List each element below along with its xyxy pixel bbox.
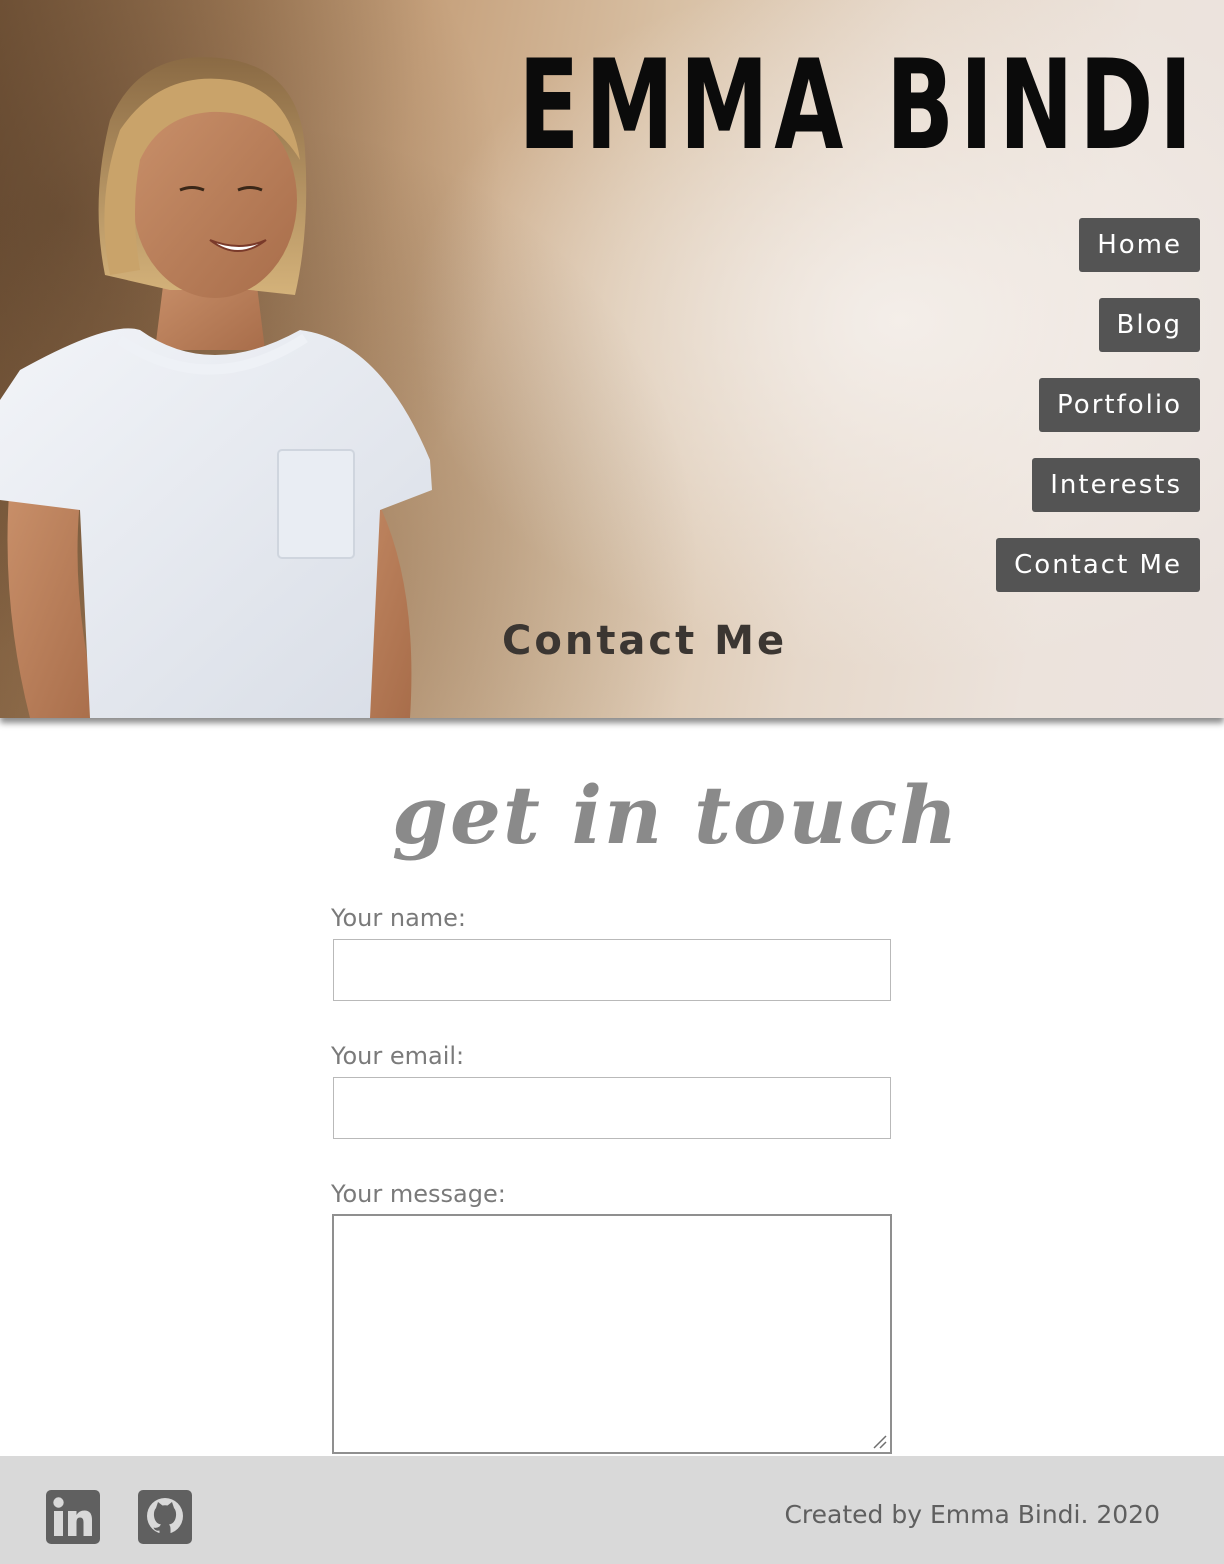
nav-blog-button[interactable]: Blog: [1098, 298, 1200, 352]
email-label: Your email:: [331, 1042, 465, 1070]
name-field[interactable]: [333, 939, 891, 1001]
page-title: Contact Me: [502, 618, 788, 664]
resize-handle-icon[interactable]: [870, 1432, 888, 1450]
footer: Created by Emma Bindi. 2020: [0, 1456, 1224, 1564]
nav-interests-button[interactable]: Interests: [1032, 458, 1200, 512]
profile-photo: [0, 57, 432, 718]
nav-home-button[interactable]: Home: [1079, 218, 1200, 272]
linkedin-link[interactable]: [46, 1490, 100, 1544]
nav-contact-button[interactable]: Contact Me: [996, 538, 1200, 592]
github-icon: [138, 1490, 192, 1544]
footer-credit: Created by Emma Bindi. 2020: [784, 1500, 1160, 1529]
message-field[interactable]: [332, 1214, 892, 1454]
name-label: Your name:: [331, 904, 467, 932]
linkedin-icon: [46, 1490, 100, 1544]
nav-portfolio-button[interactable]: Portfolio: [1039, 378, 1200, 432]
email-field[interactable]: [333, 1077, 891, 1139]
main-nav: Home Blog Portfolio Interests Contact Me: [996, 218, 1200, 592]
hero-banner: EMMA BINDI Home Blog Portfolio Interests…: [0, 0, 1224, 718]
form-title: get in touch: [392, 768, 960, 862]
site-title: EMMA BINDI: [518, 34, 1198, 178]
message-label: Your message:: [331, 1180, 506, 1208]
github-link[interactable]: [138, 1490, 192, 1544]
